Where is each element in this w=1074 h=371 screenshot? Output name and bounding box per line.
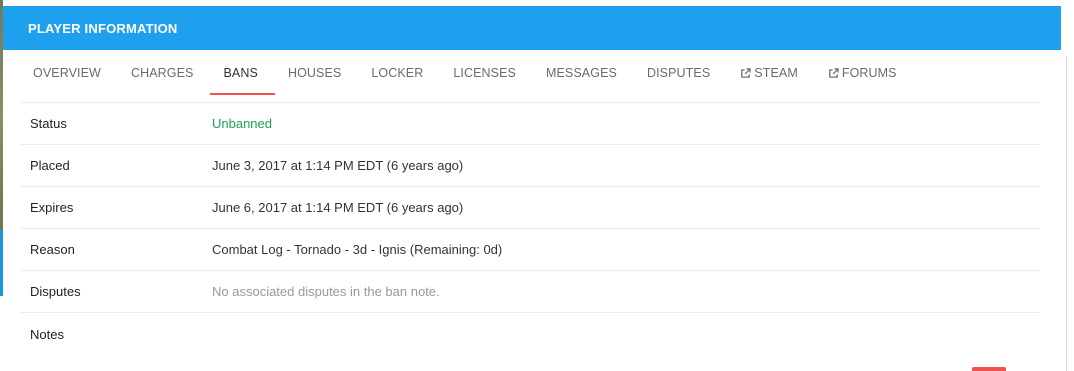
action-button-edge[interactable] (972, 367, 1006, 371)
table-row-notes: Notes (20, 313, 1040, 355)
tab-bar: OVERVIEW CHARGES BANS HOUSES LOCKER LICE… (20, 44, 1040, 102)
tab-label: OVERVIEW (33, 66, 101, 80)
tab-messages[interactable]: MESSAGES (533, 44, 634, 102)
tab-label: DISPUTES (646, 66, 711, 80)
tab-label: STEAM (754, 66, 798, 80)
tab-label: LOCKER (371, 66, 424, 80)
table-row-placed: Placed June 3, 2017 at 1:14 PM EDT (6 ye… (20, 145, 1040, 187)
external-link-icon (741, 67, 751, 78)
expires-value: June 6, 2017 at 1:14 PM EDT (6 years ago… (212, 200, 464, 215)
ban-details-table: Status Unbanned Placed June 3, 2017 at 1… (20, 103, 1040, 355)
tab-forums[interactable]: FORUMS (815, 44, 914, 102)
tab-label: FORUMS (841, 66, 897, 80)
reason-value: Combat Log - Tornado - 3d - Ignis (Remai… (212, 242, 503, 257)
row-label: Disputes (30, 284, 81, 299)
tab-locker[interactable]: LOCKER (358, 44, 440, 102)
page-title: PLAYER INFORMATION (28, 20, 178, 36)
tab-licenses[interactable]: LICENSES (440, 44, 533, 102)
tab-steam[interactable]: STEAM (727, 44, 815, 102)
tab-charges[interactable]: CHARGES (118, 44, 211, 102)
tab-label: HOUSES (287, 66, 342, 80)
table-row-expires: Expires June 6, 2017 at 1:14 PM EDT (6 y… (20, 187, 1040, 229)
row-label: Notes (30, 326, 64, 342)
tab-overview[interactable]: OVERVIEW (20, 44, 118, 102)
row-label: Expires (30, 200, 74, 215)
tab-label: LICENSES (453, 66, 516, 80)
tab-bans[interactable]: BANS (210, 44, 276, 102)
row-label: Reason (30, 242, 75, 257)
status-value: Unbanned (212, 116, 272, 131)
table-row-disputes: Disputes No associated disputes in the b… (20, 271, 1040, 313)
scrollbar-track (1066, 56, 1067, 371)
external-link-icon (829, 67, 839, 78)
tab-disputes[interactable]: DISPUTES (634, 44, 727, 102)
placed-value: June 3, 2017 at 1:14 PM EDT (6 years ago… (212, 158, 464, 173)
row-label: Placed (30, 158, 70, 173)
tab-label: MESSAGES (545, 66, 617, 80)
table-row-status: Status Unbanned (20, 103, 1040, 145)
tab-houses[interactable]: HOUSES (275, 44, 358, 102)
tab-label: CHARGES (130, 66, 194, 80)
tab-label: BANS (223, 66, 258, 80)
table-row-reason: Reason Combat Log - Tornado - 3d - Ignis… (20, 229, 1040, 271)
row-label: Status (30, 116, 67, 131)
scrollbar[interactable] (1061, 6, 1074, 371)
disputes-value: No associated disputes in the ban note. (212, 284, 440, 299)
